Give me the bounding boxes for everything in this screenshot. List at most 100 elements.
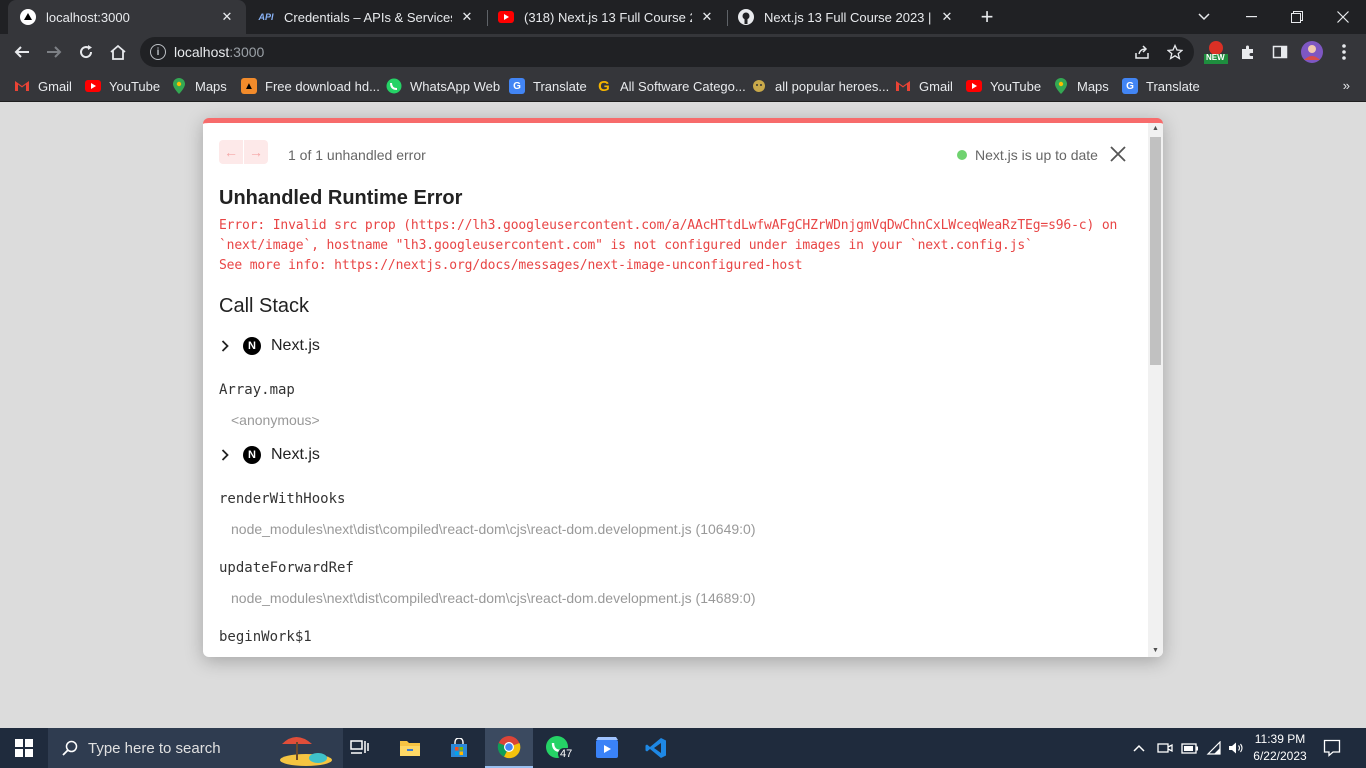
bookmark-maps-2[interactable]: Maps (1053, 75, 1109, 97)
nextjs-logo-icon: N (243, 337, 261, 355)
tab-title: Credentials – APIs & Services – pr (284, 9, 452, 25)
forward-button[interactable] (40, 38, 68, 66)
overlay-scrollbar[interactable]: ▲ ▼ (1148, 123, 1163, 657)
menu-kebab-icon[interactable] (1330, 38, 1358, 66)
address-bar[interactable]: i localhost:3000 (140, 37, 1194, 67)
chevron-right-icon (221, 449, 233, 461)
youtube-icon (85, 78, 101, 94)
site-info-icon[interactable]: i (150, 44, 166, 60)
bookmark-free-download[interactable]: ▲ Free download hd... (241, 75, 380, 97)
tab-search-chevron-icon[interactable] (1181, 0, 1227, 34)
gmail-icon (14, 78, 30, 94)
translate-icon: G (1122, 78, 1138, 94)
bookmark-whatsapp[interactable]: WhatsApp Web (386, 75, 500, 97)
reload-button[interactable] (72, 38, 100, 66)
windows-start-icon[interactable] (0, 728, 48, 768)
back-button[interactable] (8, 38, 36, 66)
url-host: localhost (174, 44, 230, 60)
bookmarks-bar: Gmail YouTube Maps ▲ Free download hd...… (0, 70, 1366, 102)
volume-icon[interactable] (1228, 728, 1244, 768)
bookmark-gmail-2[interactable]: Gmail (895, 75, 953, 97)
bookmark-gmail[interactable]: Gmail (14, 75, 72, 97)
bookmark-star-icon[interactable] (1165, 42, 1185, 62)
taskbar-search-box[interactable]: Type here to search (48, 728, 343, 768)
scroll-down-arrow-icon[interactable]: ▼ (1151, 647, 1160, 655)
vscode-icon[interactable] (632, 728, 680, 768)
collapsed-frames-nextjs[interactable]: N Next.js (221, 446, 320, 464)
side-panel-icon[interactable] (1266, 38, 1294, 66)
browser-toolbar: i localhost:3000 NEW (0, 34, 1366, 70)
page-content: ← → 1 of 1 unhandled error Next.js is up… (0, 103, 1366, 728)
close-overlay-icon[interactable] (1107, 143, 1129, 165)
close-tab-icon[interactable]: ✕ (458, 8, 476, 26)
heroes-icon (751, 78, 767, 94)
gmail-icon (895, 78, 911, 94)
tab-github[interactable]: Next.js 13 Full Course 2023 | Buil ✕ (726, 0, 966, 34)
extension-new-icon[interactable]: NEW (1202, 38, 1230, 66)
tab-title: Next.js 13 Full Course 2023 | Buil (764, 9, 932, 25)
wifi-icon[interactable] (1206, 728, 1222, 768)
whatsapp-taskbar-icon[interactable]: 47 (534, 728, 582, 768)
bookmark-label: Gmail (919, 78, 953, 94)
clock-time: 11:39 PM (1254, 732, 1306, 746)
bookmark-translate-2[interactable]: G Translate (1122, 75, 1200, 97)
error-counter: 1 of 1 unhandled error (288, 147, 426, 163)
next-error-arrow-icon[interactable]: → (244, 140, 268, 164)
task-view-icon[interactable] (336, 728, 384, 768)
scroll-up-arrow-icon[interactable]: ▲ (1151, 125, 1160, 133)
stack-frame-function: Array.map (219, 382, 295, 398)
address-url[interactable]: localhost:3000 (174, 44, 264, 60)
close-tab-icon[interactable]: ✕ (218, 8, 236, 26)
collapsed-frames-nextjs[interactable]: N Next.js (221, 337, 320, 355)
minimize-button[interactable] (1228, 0, 1274, 34)
bookmark-label: Translate (533, 78, 587, 94)
github-icon (738, 9, 754, 25)
stack-frame-function: updateForwardRef (219, 560, 354, 576)
api-icon: API (258, 12, 274, 22)
error-message: Error: Invalid src prop (https://lh3.goo… (219, 218, 1118, 273)
maps-pin-icon (171, 78, 187, 94)
bookmark-all-software[interactable]: G All Software Catego... (596, 75, 746, 97)
tab-title: localhost:3000 (46, 9, 130, 25)
bookmarks-overflow-chevron-icon[interactable]: » (1343, 78, 1350, 93)
windows-taskbar: Type here to search 47 11:39 PM 6/22/202… (0, 728, 1366, 768)
close-window-button[interactable] (1320, 0, 1366, 34)
profile-avatar[interactable] (1298, 38, 1326, 66)
tab-title: (318) Next.js 13 Full Course 2023 (524, 9, 692, 25)
battery-icon[interactable] (1181, 728, 1199, 768)
stack-frame-location[interactable]: node_modules\next\dist\compiled\react-do… (231, 590, 756, 606)
close-tab-icon[interactable]: ✕ (938, 8, 956, 26)
close-tab-icon[interactable]: ✕ (698, 8, 716, 26)
share-icon[interactable] (1132, 42, 1152, 62)
stack-frame-location[interactable]: node_modules\next\dist\compiled\react-do… (231, 521, 756, 537)
tab-localhost[interactable]: localhost:3000 ✕ (8, 0, 246, 34)
taskbar-clock[interactable]: 11:39 PM 6/22/2023 (1249, 731, 1311, 765)
tab-youtube[interactable]: (318) Next.js 13 Full Course 2023 ✕ (486, 0, 726, 34)
maps-pin-icon (1053, 78, 1069, 94)
search-icon (62, 740, 78, 756)
meet-now-icon[interactable] (1157, 728, 1173, 768)
microsoft-store-icon[interactable] (435, 728, 483, 768)
file-explorer-icon[interactable] (386, 728, 434, 768)
restore-button[interactable] (1274, 0, 1320, 34)
clipchamp-video-icon[interactable] (583, 728, 631, 768)
bookmark-popular-heroes[interactable]: all popular heroes... (751, 75, 889, 97)
tab-credentials[interactable]: API Credentials – APIs & Services – pr ✕ (246, 0, 486, 34)
nextjs-triangle-icon (20, 9, 36, 25)
bookmark-youtube-2[interactable]: YouTube (966, 75, 1041, 97)
notification-center-icon[interactable] (1323, 728, 1341, 768)
home-button[interactable] (104, 38, 132, 66)
puzzle-extensions-icon[interactable] (1234, 38, 1262, 66)
bookmark-translate[interactable]: G Translate (509, 75, 587, 97)
error-heading: Unhandled Runtime Error (219, 187, 463, 209)
new-tab-button[interactable]: + (975, 4, 999, 29)
bookmark-maps[interactable]: Maps (171, 75, 227, 97)
error-pagination: ← → (219, 140, 268, 164)
prev-error-arrow-icon[interactable]: ← (219, 140, 243, 164)
bookmark-youtube[interactable]: YouTube (85, 75, 160, 97)
chrome-taskbar-icon[interactable] (485, 728, 533, 768)
bookmark-label: Maps (195, 78, 227, 94)
show-hidden-icons-chevron[interactable] (1133, 728, 1145, 768)
youtube-icon (966, 78, 982, 94)
scrollbar-thumb[interactable] (1150, 137, 1161, 365)
